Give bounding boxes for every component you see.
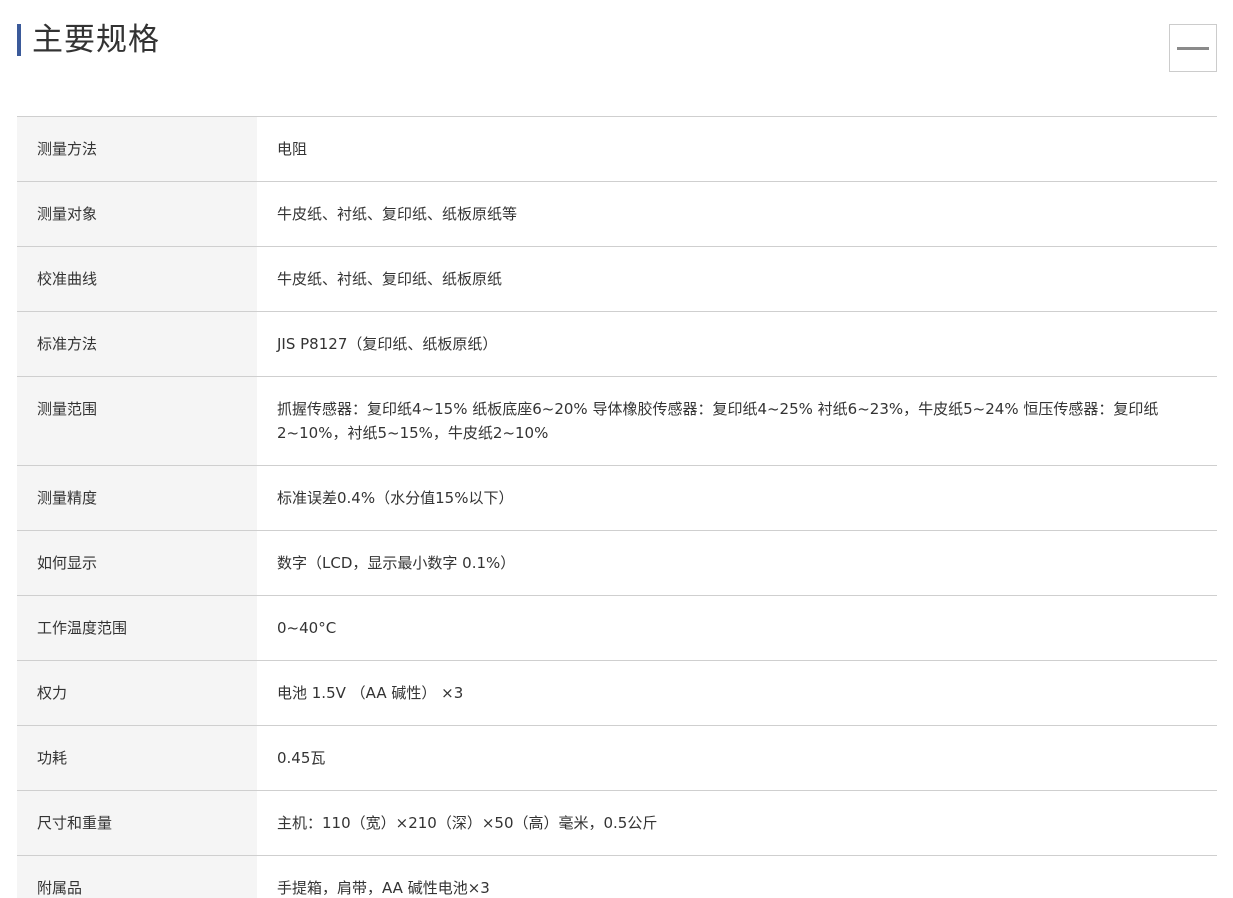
spec-value: 主机：110（宽）×210（深）×50（高）毫米，0.5公斤 [257,790,1217,856]
spec-label: 尺寸和重量 [17,790,257,856]
table-row: 功耗 0.45瓦 [17,725,1217,791]
page: 主要规格 测量方法 电阻 测量对象 牛皮纸、衬纸、复印纸、纸板原纸等 校准曲线 … [0,0,1233,898]
section-title: 主要规格 [32,22,160,58]
spec-label: 附属品 [17,855,257,898]
table-row: 校准曲线 牛皮纸、衬纸、复印纸、纸板原纸 [17,246,1217,312]
spec-label: 测量对象 [17,181,257,247]
spec-value: 电池 1.5V （AA 碱性） ×3 [257,660,1217,726]
spec-value: 手提箱，肩带，AA 碱性电池×3 [257,855,1217,898]
spec-value: JIS P8127（复印纸、纸板原纸） [257,311,1217,377]
table-row: 权力 电池 1.5V （AA 碱性） ×3 [17,660,1217,726]
table-row: 尺寸和重量 主机：110（宽）×210（深）×50（高）毫米，0.5公斤 [17,790,1217,856]
spec-value: 牛皮纸、衬纸、复印纸、纸板原纸等 [257,181,1217,247]
section-header: 主要规格 [17,20,1217,76]
spec-value: 标准误差0.4%（水分值15%以下） [257,465,1217,531]
spec-label: 权力 [17,660,257,726]
table-row: 测量精度 标准误差0.4%（水分值15%以下） [17,465,1217,531]
table-row: 标准方法 JIS P8127（复印纸、纸板原纸） [17,311,1217,377]
spec-label: 标准方法 [17,311,257,377]
spec-value: 0~40°C [257,595,1217,661]
table-row: 测量对象 牛皮纸、衬纸、复印纸、纸板原纸等 [17,181,1217,247]
table-row: 如何显示 数字（LCD，显示最小数字 0.1%） [17,530,1217,596]
spec-value: 电阻 [257,116,1217,182]
collapse-button[interactable] [1169,24,1217,72]
spec-value: 抓握传感器：复印纸4~15% 纸板底座6~20% 导体橡胶传感器：复印纸4~25… [257,376,1217,466]
spec-table: 测量方法 电阻 测量对象 牛皮纸、衬纸、复印纸、纸板原纸等 校准曲线 牛皮纸、衬… [17,116,1217,898]
table-row: 附属品 手提箱，肩带，AA 碱性电池×3 [17,855,1217,898]
spec-value: 牛皮纸、衬纸、复印纸、纸板原纸 [257,246,1217,312]
title-accent-bar [17,24,21,56]
spec-value: 数字（LCD，显示最小数字 0.1%） [257,530,1217,596]
table-row: 测量范围 抓握传感器：复印纸4~15% 纸板底座6~20% 导体橡胶传感器：复印… [17,376,1217,466]
table-row: 测量方法 电阻 [17,116,1217,182]
spec-value: 0.45瓦 [257,725,1217,791]
spec-label: 测量方法 [17,116,257,182]
spec-label: 测量精度 [17,465,257,531]
spec-label: 测量范围 [17,376,257,466]
minus-icon [1177,47,1209,50]
spec-label: 功耗 [17,725,257,791]
spec-label: 工作温度范围 [17,595,257,661]
spec-label: 如何显示 [17,530,257,596]
spec-label: 校准曲线 [17,246,257,312]
table-row: 工作温度范围 0~40°C [17,595,1217,661]
